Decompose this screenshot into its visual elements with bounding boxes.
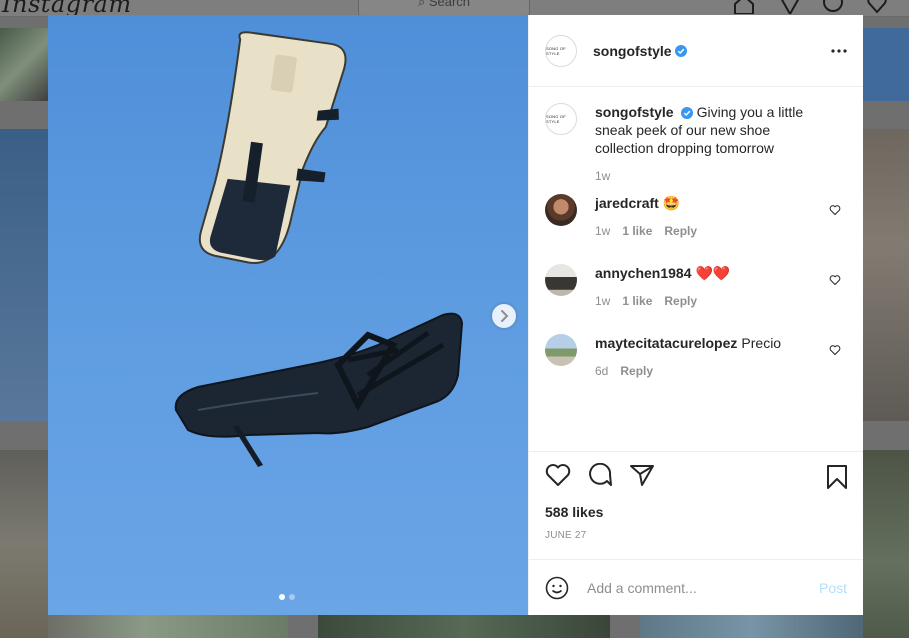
home-icon[interactable] [733,0,755,14]
background-post-tile[interactable] [0,28,48,101]
more-dots-icon [831,49,847,53]
comment-input[interactable] [585,578,819,597]
avatar[interactable] [545,264,577,296]
background-post-tile[interactable] [318,615,610,638]
heart-icon [829,205,841,216]
like-button[interactable] [545,463,571,490]
likes-count[interactable]: 588 likes [529,501,863,523]
chevron-right-icon [501,310,509,322]
comment-likes[interactable]: 1 like [622,224,652,238]
background-post-tile[interactable] [863,450,909,638]
comment-username[interactable]: songofstyle [595,104,674,120]
reply-button[interactable]: Reply [620,364,653,378]
activity-heart-icon[interactable] [866,0,888,14]
comment-username[interactable]: annychen1984 [595,265,692,281]
avatar[interactable]: SONG OF STYLE [545,103,577,135]
shoe-photo [174,31,464,467]
comment-time[interactable]: 1w [595,169,610,183]
background-post-tile[interactable] [0,129,48,421]
comment-like-button[interactable] [829,274,841,289]
comment-time[interactable]: 1w [595,224,610,238]
comment-like-button[interactable] [829,344,841,359]
comment-likes[interactable]: 1 like [622,294,652,308]
comment-text: Precio [741,335,782,351]
direct-icon[interactable] [779,0,801,14]
background-post-tile[interactable] [863,129,909,421]
reply-button[interactable]: Reply [664,224,697,238]
heart-icon [545,464,571,486]
list-item: jaredcraft 🤩 1w 1 like Reply [545,194,847,264]
background-post-tile[interactable] [640,615,863,638]
post-header: SONG OF STYLE songofstyle [529,15,863,87]
comment-like-button[interactable] [829,204,841,219]
heart-icon [829,275,841,286]
list-item: annychen1984 ❤️❤️ 1w 1 like Reply [545,264,847,334]
avatar[interactable]: SONG OF STYLE [545,34,577,67]
list-item: maytecitatacurelopez Precio 6d Reply [545,334,847,404]
add-comment-bar: Post [529,559,863,615]
avatar[interactable] [545,194,577,226]
next-slide-button[interactable] [492,304,516,328]
comment-bubble-icon [589,462,612,486]
background-post-tile[interactable] [48,615,288,638]
more-options-button[interactable] [831,41,847,56]
comment-text: 🤩 [662,195,681,211]
comment-username[interactable]: maytecitatacurelopez [595,335,737,351]
post-comment-button[interactable]: Post [819,580,847,596]
post-date[interactable]: JUNE 27 [529,523,863,559]
background-post-tile[interactable] [0,450,48,638]
verified-badge-icon [680,107,693,119]
share-button[interactable] [629,463,655,490]
heart-icon [829,345,841,356]
comment-button[interactable] [587,462,613,490]
post-username[interactable]: songofstyle [593,43,672,59]
slide-dot-2 [289,594,295,600]
comment-time[interactable]: 6d [595,364,608,378]
background-post-tile[interactable] [863,28,909,101]
avatar[interactable] [545,334,577,366]
slide-dot-1 [279,594,285,600]
post-actions-bar [529,451,863,501]
emoji-icon[interactable] [545,576,569,600]
direct-share-icon [630,465,654,486]
reply-button[interactable]: Reply [664,294,697,308]
search-input[interactable]: ⌕ Search [358,0,530,16]
verified-badge-icon [674,44,687,57]
slide-indicator [279,594,295,600]
comments-list: SONG OF STYLE songofstyle Giving you a li… [529,87,863,451]
search-icon: ⌕ [417,0,429,9]
explore-icon[interactable] [822,0,844,14]
bookmark-icon [827,465,847,489]
post-modal: SONG OF STYLE songofstyle SONG OF STYLE … [48,15,863,615]
post-media[interactable] [48,15,528,615]
comment-username[interactable]: jaredcraft [595,195,659,211]
caption-comment: SONG OF STYLE songofstyle Giving you a li… [545,103,847,194]
comment-text: ❤️❤️ [695,265,731,281]
comment-time[interactable]: 1w [595,294,610,308]
save-button[interactable] [825,464,849,493]
post-side-panel: SONG OF STYLE songofstyle SONG OF STYLE … [528,15,863,615]
